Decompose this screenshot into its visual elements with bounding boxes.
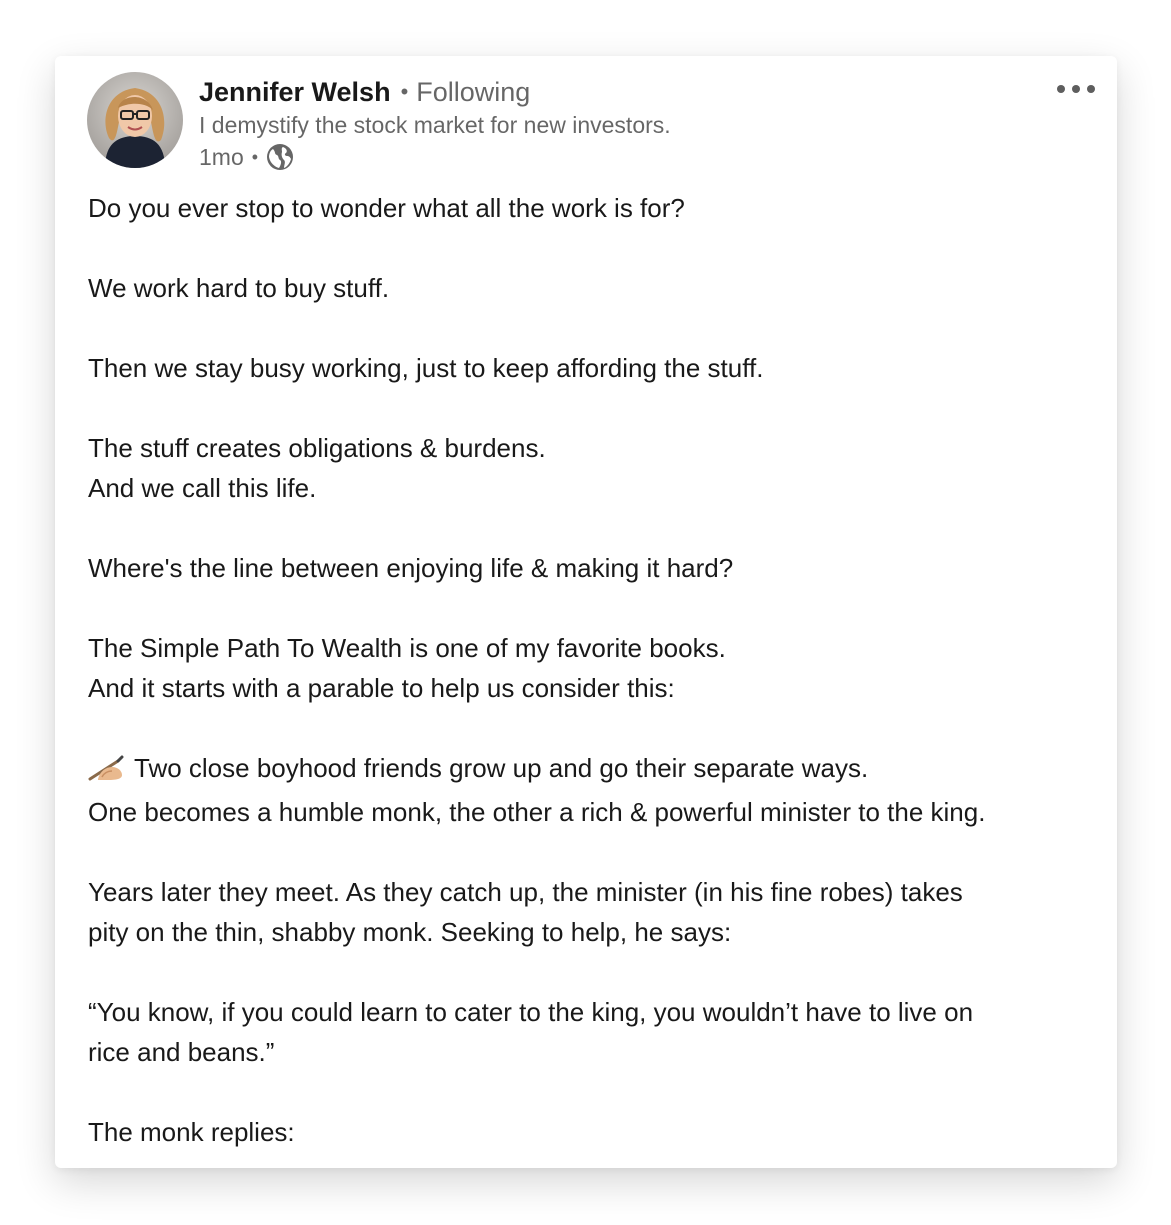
post-paragraph: The stuff creates obligations & burdens.… [88,428,1108,508]
post-paragraph: Two close boyhood friends grow up and go… [88,748,1108,832]
author-name[interactable]: Jennifer Welsh [199,77,391,108]
post-paragraph: The Simple Path To Wealth is one of my f… [88,628,1108,708]
author-line: Jennifer Welsh • Following [199,74,530,110]
follow-status[interactable]: Following [416,77,530,108]
post-line: And we call this life. [88,473,317,503]
post-line: And it starts with a parable to help us … [88,673,675,703]
more-horizontal-icon [1057,85,1095,93]
post-line: The stuff creates obligations & burdens. [88,433,546,463]
post-meta: 1mo • [199,142,294,172]
post-paragraph: The monk replies: [88,1112,1108,1152]
post-paragraph: Years later they meet. As they catch up,… [88,872,1108,952]
post-text: Do you ever stop to wonder what all the … [88,188,1108,1168]
post-paragraph: We work hard to buy stuff. [88,268,1108,308]
post-line: The Simple Path To Wealth is one of my f… [88,633,726,663]
avatar[interactable] [87,72,183,168]
post-line-with-emoji: Two close boyhood friends grow up and go… [88,748,1108,792]
post-line: Where's the line between enjoying life &… [88,553,734,583]
post-line: Do you ever stop to wonder what all the … [88,193,685,223]
post-line: The monk replies: [88,1117,295,1147]
post-line: We work hard to buy stuff. [88,273,390,303]
post-line: pity on the thin, shabby monk. Seeking t… [88,917,732,947]
post-line: Years later they meet. As they catch up,… [88,877,963,907]
post-paragraph: Where's the line between enjoying life &… [88,548,1108,588]
writing-hand-icon [88,752,126,792]
post-line: Then we stay busy working, just to keep … [88,353,764,383]
separator-dot: • [400,79,409,104]
author-headline: I demystify the stock market for new inv… [199,112,671,138]
post-line: rice and beans.” [88,1037,275,1067]
post-line: One becomes a humble monk, the other a r… [88,797,986,827]
more-options-button[interactable] [1051,74,1101,104]
post-paragraph: Do you ever stop to wonder what all the … [88,188,1108,228]
post-card: Jennifer Welsh • Following I demystify t… [55,56,1117,1168]
post-line: “You know, if you could learn to cater t… [88,997,974,1027]
globe-icon [266,143,294,171]
post-timestamp[interactable]: 1mo [199,144,244,171]
post-paragraph: “You know, if you could learn to cater t… [88,992,1108,1072]
separator-dot: • [251,146,259,167]
post-paragraph: Then we stay busy working, just to keep … [88,348,1108,388]
author-photo [87,72,183,168]
post-line-text: Two close boyhood friends grow up and go… [134,753,869,783]
